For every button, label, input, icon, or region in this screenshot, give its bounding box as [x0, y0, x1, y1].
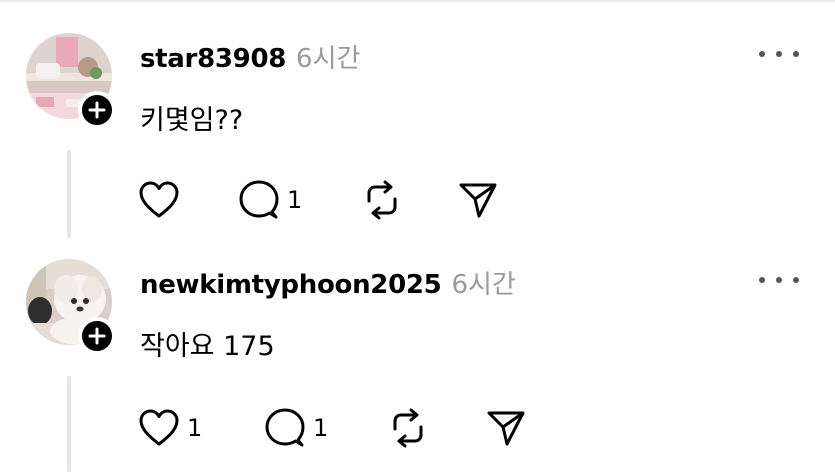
- follow-button[interactable]: [78, 91, 116, 129]
- like-button[interactable]: [137, 178, 187, 222]
- comment-icon: [239, 180, 279, 219]
- timestamp: 6시간: [296, 44, 361, 74]
- send-icon: [487, 411, 525, 446]
- share-button[interactable]: [485, 406, 527, 450]
- plus-icon: [88, 101, 106, 119]
- comment-icon: [265, 408, 305, 447]
- repost-button[interactable]: [387, 406, 429, 450]
- send-icon: [459, 183, 497, 218]
- repost-button[interactable]: [361, 178, 403, 222]
- more-dot: [776, 277, 782, 283]
- heart-icon: [139, 409, 179, 446]
- reply-post: newkimtyphoon2025 6시간 작아요 175 1 1: [0, 226, 835, 472]
- share-button[interactable]: [457, 178, 499, 222]
- username[interactable]: newkimtyphoon2025: [140, 270, 442, 300]
- more-dot: [776, 51, 782, 57]
- username[interactable]: star83908: [140, 44, 286, 74]
- reply-post: star83908 6시간 키몇임?? 1: [0, 0, 835, 238]
- more-dot: [759, 51, 765, 57]
- heart-icon: [139, 181, 179, 218]
- timestamp: 6시간: [451, 270, 516, 300]
- thread-line: [67, 376, 71, 472]
- reply-button[interactable]: 1: [237, 178, 302, 222]
- post-text: 작아요 175: [140, 331, 275, 362]
- reply-count: 1: [287, 186, 303, 214]
- like-button[interactable]: 1: [137, 406, 202, 450]
- post-text: 키몇임??: [140, 105, 244, 136]
- repost-icon: [393, 408, 423, 448]
- more-options-button[interactable]: [759, 270, 799, 290]
- reply-button[interactable]: 1: [263, 406, 328, 450]
- post-header: star83908 6시간: [140, 38, 360, 75]
- more-dot: [793, 277, 799, 283]
- reply-count: 1: [313, 414, 329, 442]
- more-dot: [793, 51, 799, 57]
- like-count: 1: [187, 414, 203, 442]
- avatar-container[interactable]: [26, 33, 116, 129]
- more-options-button[interactable]: [759, 44, 799, 64]
- repost-icon: [367, 180, 397, 220]
- plus-icon: [88, 327, 106, 345]
- thread-line: [67, 150, 71, 238]
- post-header: newkimtyphoon2025 6시간: [140, 264, 516, 301]
- avatar-container[interactable]: [26, 259, 116, 355]
- more-dot: [759, 277, 765, 283]
- follow-button[interactable]: [78, 317, 116, 355]
